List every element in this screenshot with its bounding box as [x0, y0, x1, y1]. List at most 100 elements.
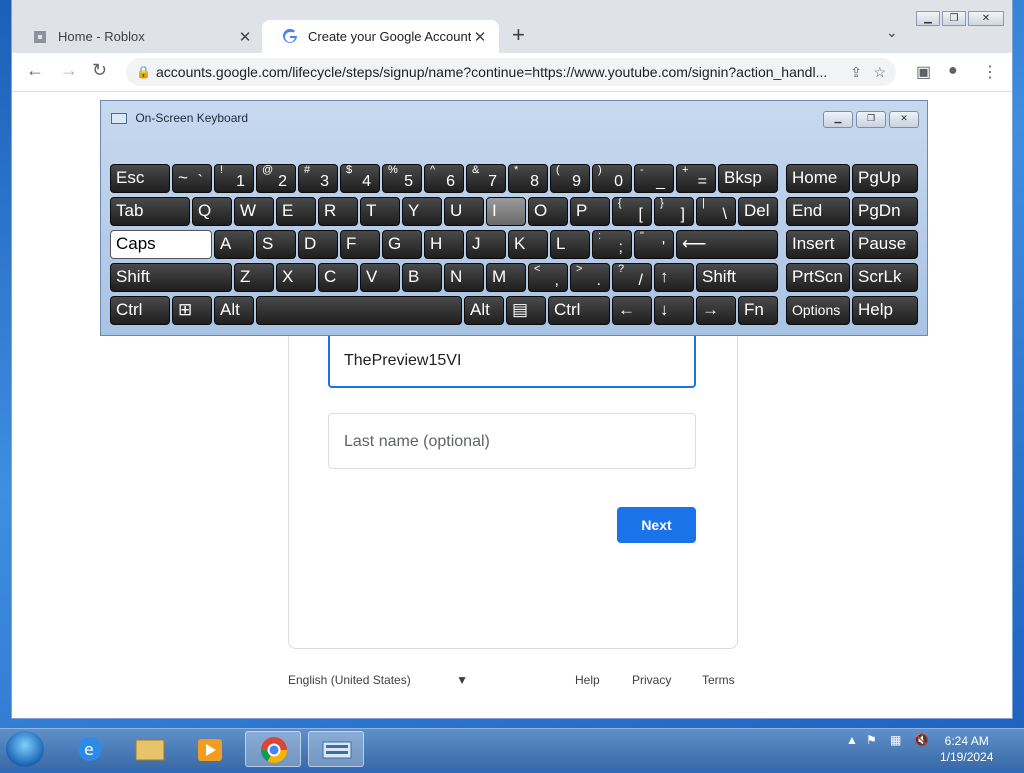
- key-k[interactable]: K: [508, 230, 548, 259]
- key-m[interactable]: M: [486, 263, 526, 292]
- key-fn[interactable]: Fn: [738, 296, 778, 325]
- key-shift[interactable]: Shift: [696, 263, 778, 292]
- key-g[interactable]: G: [382, 230, 422, 259]
- key-alt[interactable]: Alt: [464, 296, 504, 325]
- key-r3k8[interactable]: <,: [528, 263, 568, 292]
- side-panel-icon[interactable]: ▣: [916, 62, 931, 82]
- key-prtscn[interactable]: PrtScn: [786, 263, 850, 292]
- key-x[interactable]: X: [276, 263, 316, 292]
- key-8[interactable]: * 8: [508, 164, 548, 193]
- key-ctrl[interactable]: Ctrl: [110, 296, 170, 325]
- last-name-field[interactable]: Last name (optional): [328, 413, 696, 469]
- tab-google-account[interactable]: Create your Google Account ✕: [262, 20, 499, 53]
- key-ctrl[interactable]: Ctrl: [548, 296, 610, 325]
- on-screen-keyboard-icon[interactable]: [308, 731, 364, 767]
- key-caps[interactable]: Caps: [110, 230, 212, 259]
- privacy-link[interactable]: Privacy: [632, 673, 671, 687]
- key-l[interactable]: L: [550, 230, 590, 259]
- key-r3k9[interactable]: >.: [570, 263, 610, 292]
- key-options[interactable]: Options: [786, 296, 850, 325]
- close-window-icon[interactable]: ✕: [968, 11, 1004, 26]
- key-r4k9[interactable]: →: [696, 296, 736, 325]
- key-p[interactable]: P: [570, 197, 610, 226]
- close-icon[interactable]: ✕: [236, 28, 254, 46]
- profile-icon[interactable]: ●: [948, 62, 958, 80]
- key-r2k10[interactable]: :;: [592, 230, 632, 259]
- key-space[interactable]: [256, 296, 462, 325]
- key-insert[interactable]: Insert: [786, 230, 850, 259]
- key-w[interactable]: W: [234, 197, 274, 226]
- key-shift[interactable]: Shift: [110, 263, 232, 292]
- start-button[interactable]: [6, 731, 44, 767]
- back-icon[interactable]: ←: [26, 60, 44, 81]
- media-player-icon[interactable]: [182, 731, 238, 767]
- key-y[interactable]: Y: [402, 197, 442, 226]
- minimize-icon[interactable]: ▁: [916, 11, 940, 26]
- key-f[interactable]: F: [340, 230, 380, 259]
- file-explorer-icon[interactable]: [122, 731, 178, 767]
- key-r1k13[interactable]: | \: [696, 197, 736, 226]
- restore-icon[interactable]: ❐: [942, 11, 966, 26]
- key-home[interactable]: Home: [786, 164, 850, 193]
- key-s[interactable]: S: [256, 230, 296, 259]
- key-r2k11[interactable]: " ': [634, 230, 674, 259]
- new-tab-button[interactable]: +: [512, 22, 525, 48]
- key-r3k10[interactable]: ? /: [612, 263, 652, 292]
- key-0[interactable]: ) 0: [592, 164, 632, 193]
- osk-minimize-icon[interactable]: ▁: [823, 111, 853, 128]
- network-icon[interactable]: ▦: [890, 733, 901, 747]
- key-r3k11[interactable]: ↑: [654, 263, 694, 292]
- forward-icon[interactable]: →: [60, 60, 78, 81]
- key-h[interactable]: H: [424, 230, 464, 259]
- key-r0k1[interactable]: ~ `: [172, 164, 212, 193]
- reload-icon[interactable]: ↻: [92, 60, 107, 81]
- key-1[interactable]: ! 1: [214, 164, 254, 193]
- bookmark-star-icon[interactable]: ☆: [873, 58, 886, 86]
- clock[interactable]: 6:24 AM 1/19/2024: [940, 733, 993, 765]
- key-c[interactable]: C: [318, 263, 358, 292]
- key-r4k1[interactable]: ⊞: [172, 296, 212, 325]
- key-2[interactable]: @2: [256, 164, 296, 193]
- key-pgdn[interactable]: PgDn: [852, 197, 918, 226]
- key-u[interactable]: U: [444, 197, 484, 226]
- key-v[interactable]: V: [360, 263, 400, 292]
- key-r2k12[interactable]: ⟵: [676, 230, 778, 259]
- tab-roblox[interactable]: Home - Roblox ✕: [12, 20, 264, 53]
- key-z[interactable]: Z: [234, 263, 274, 292]
- show-hidden-icons[interactable]: ▲: [846, 733, 858, 747]
- key-r4k5[interactable]: ▤: [506, 296, 546, 325]
- key-pgup[interactable]: PgUp: [852, 164, 918, 193]
- key-bksp[interactable]: Bksp: [718, 164, 778, 193]
- first-name-field[interactable]: First name ThePreview15VI: [328, 327, 696, 388]
- terms-link[interactable]: Terms: [702, 673, 735, 687]
- key-7[interactable]: & 7: [466, 164, 506, 193]
- key-b[interactable]: B: [402, 263, 442, 292]
- language-select[interactable]: English (United States) ▼: [288, 673, 468, 687]
- key-a[interactable]: A: [214, 230, 254, 259]
- menu-icon[interactable]: ⋮: [982, 62, 998, 82]
- key-r0k12[interactable]: - _: [634, 164, 674, 193]
- key-i[interactable]: I: [486, 197, 526, 226]
- key-r0k13[interactable]: + =: [676, 164, 716, 193]
- key-alt[interactable]: Alt: [214, 296, 254, 325]
- key-del[interactable]: Del: [738, 197, 778, 226]
- key-scrlk[interactable]: ScrLk: [852, 263, 918, 292]
- key-r4k8[interactable]: ↓: [654, 296, 694, 325]
- close-icon[interactable]: ✕: [471, 28, 489, 46]
- key-d[interactable]: D: [298, 230, 338, 259]
- key-esc[interactable]: Esc: [110, 164, 170, 193]
- osk-restore-icon[interactable]: ❐: [856, 111, 886, 128]
- address-bar[interactable]: 🔒 accounts.google.com/lifecycle/steps/si…: [126, 58, 896, 86]
- key-tab[interactable]: Tab: [110, 197, 190, 226]
- key-pause[interactable]: Pause: [852, 230, 918, 259]
- key-help[interactable]: Help: [852, 296, 918, 325]
- share-icon[interactable]: ⇪: [850, 58, 862, 86]
- key-n[interactable]: N: [444, 263, 484, 292]
- key-o[interactable]: O: [528, 197, 568, 226]
- key-9[interactable]: (9: [550, 164, 590, 193]
- key-6[interactable]: ^ 6: [424, 164, 464, 193]
- action-center-icon[interactable]: ⚑: [866, 733, 877, 747]
- key-3[interactable]: #3: [298, 164, 338, 193]
- key-t[interactable]: T: [360, 197, 400, 226]
- key-4[interactable]: $4: [340, 164, 380, 193]
